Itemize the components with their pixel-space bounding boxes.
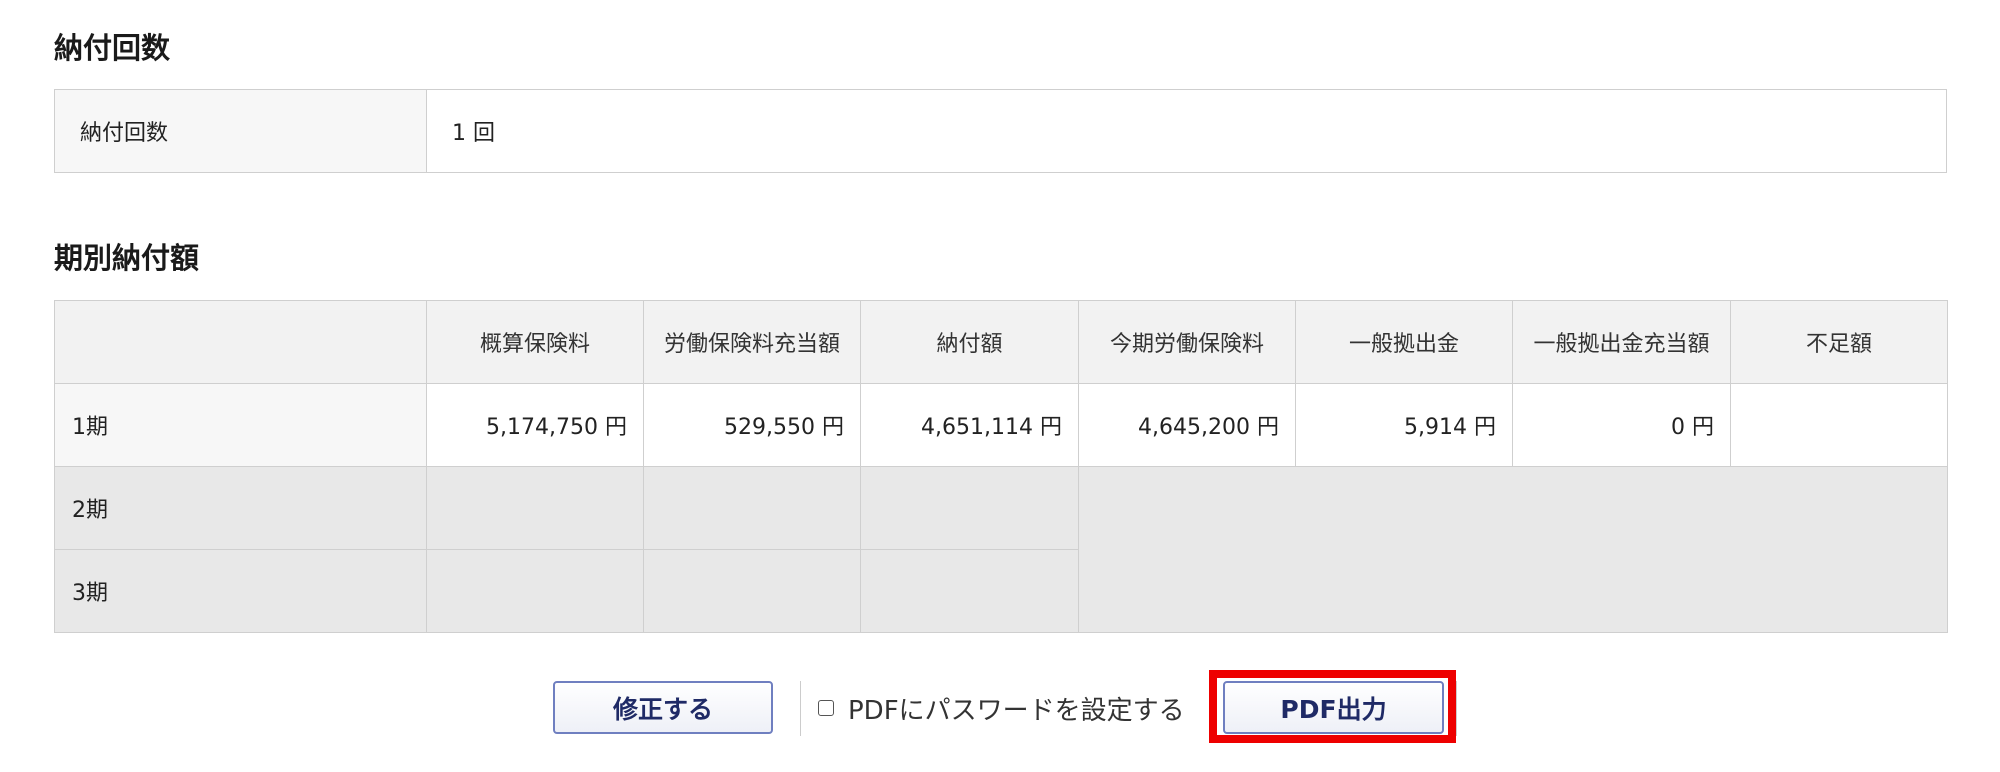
header-labor-premium-applied: 労働保険料充当額 (643, 300, 861, 384)
edit-button[interactable]: 修正する (553, 681, 773, 734)
table-cell: 5,914 円 (1295, 383, 1513, 467)
payment-count-label: 納付回数 (54, 89, 427, 173)
table-cell: 4,651,114 円 (860, 383, 1079, 467)
action-bar: 修正する PDFにパスワードを設定する PDF出力 (0, 670, 2000, 743)
table-cell (1730, 383, 1948, 467)
header-general-contribution-applied: 一般拠出金充当額 (1512, 300, 1731, 384)
header-empty (54, 300, 427, 384)
period-payment-title: 期別納付額 (54, 241, 200, 275)
table-cell (643, 466, 861, 550)
divider (1456, 681, 1457, 736)
table-cell (426, 549, 644, 633)
payment-count-title: 納付回数 (54, 31, 171, 65)
disabled-block (1078, 466, 1948, 633)
header-general-contribution: 一般拠出金 (1295, 300, 1513, 384)
divider (800, 681, 801, 736)
payment-count-value: 1 回 (426, 89, 1947, 173)
header-payment-amount: 納付額 (860, 300, 1079, 384)
table-cell: 5,174,750 円 (426, 383, 644, 467)
table-row: 1期 5,174,750 円 529,550 円 4,651,114 円 4,6… (54, 383, 1948, 467)
pdf-output-button[interactable]: PDF出力 (1223, 681, 1444, 734)
table-header-row: 概算保険料 労働保険料充当額 納付額 今期労働保険料 一般拠出金 一般拠出金充当… (54, 300, 1948, 384)
pdf-password-checkbox[interactable] (818, 700, 834, 716)
table-cell: 4,645,200 円 (1078, 383, 1296, 467)
payment-count-table: 納付回数 1 回 (54, 89, 1947, 173)
table-cell (426, 466, 644, 550)
table-row: 2期 (54, 466, 1948, 633)
table-cell (860, 549, 1079, 633)
header-current-labor-premium: 今期労働保険料 (1078, 300, 1296, 384)
table-cell (860, 466, 1079, 550)
period-payment-table: 概算保険料 労働保険料充当額 納付額 今期労働保険料 一般拠出金 一般拠出金充当… (54, 300, 1948, 633)
period-label: 1期 (54, 383, 427, 467)
table-cell: 0 円 (1512, 383, 1731, 467)
period-label: 2期 (54, 466, 427, 550)
pdf-password-label[interactable]: PDFにパスワードを設定する (848, 690, 1185, 727)
table-row: 納付回数 1 回 (54, 89, 1947, 173)
table-cell: 529,550 円 (643, 383, 861, 467)
pdf-password-option[interactable]: PDFにパスワードを設定する (818, 686, 1185, 730)
header-estimated-premium: 概算保険料 (426, 300, 644, 384)
period-label: 3期 (54, 549, 427, 633)
table-cell (643, 549, 861, 633)
header-shortfall: 不足額 (1730, 300, 1948, 384)
